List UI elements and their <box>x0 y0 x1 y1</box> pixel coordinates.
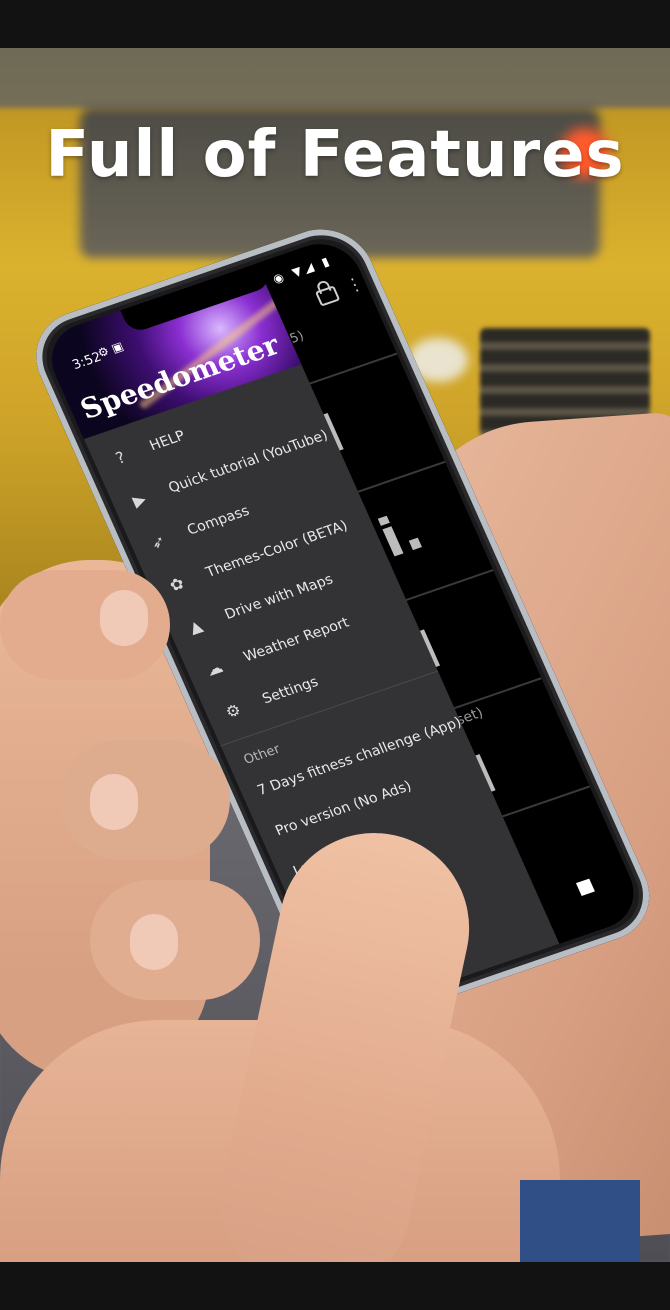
menu-item-label: Settings <box>259 673 321 708</box>
left-ring-finger <box>90 880 260 1000</box>
shirt-sleeve <box>520 1180 640 1270</box>
bottom-letterbox <box>0 1262 670 1310</box>
navigation-icon: ▲ <box>185 615 206 637</box>
cloud-icon: ☁ <box>202 656 226 680</box>
fingernail <box>100 590 148 646</box>
left-middle-finger <box>60 740 230 860</box>
left-index-finger <box>0 570 170 680</box>
top-letterbox <box>0 0 670 48</box>
more-icon[interactable]: · · · <box>346 270 363 300</box>
fingernail <box>90 774 138 830</box>
lock-icon[interactable] <box>314 285 341 307</box>
palette-icon: ✿ <box>166 572 187 595</box>
help-icon: ? <box>112 447 129 468</box>
headline: Full of Features <box>45 118 625 192</box>
promo-screenshot: Full of Features 3:52 ⚙ ▣ ◉ ▼◢ ▮ ··· = 2… <box>0 0 670 1310</box>
menu-item-label: Compass <box>184 503 252 539</box>
gear-icon: ⚙ <box>222 699 244 722</box>
menu-item-label: HELP <box>147 427 188 455</box>
video-icon: ▶ <box>129 488 149 511</box>
fingernail <box>130 914 178 970</box>
compass-icon: ➶ <box>147 530 169 553</box>
